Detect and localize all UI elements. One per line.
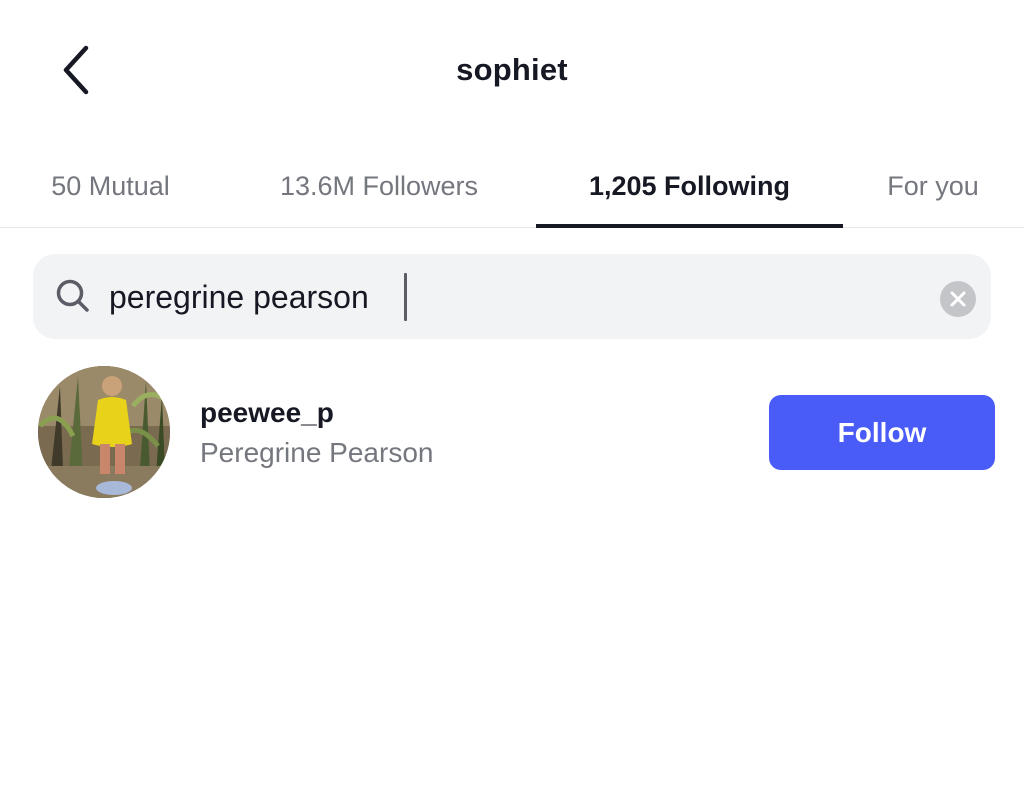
result-full-name: Peregrine Pearson [200,437,434,468]
follow-button[interactable]: Follow [769,395,995,470]
tab-following[interactable]: 1,205 Following [536,145,843,228]
tab-for-you[interactable]: For you [873,145,993,227]
header: sophiet [0,0,1024,145]
user-result-row[interactable]: peewee_p Peregrine Pearson Follow [0,360,1024,505]
search-icon [56,279,89,312]
avatar[interactable] [38,366,170,498]
result-username[interactable]: peewee_p [200,397,334,429]
page-title: sophiet [456,52,568,87]
clear-search-button[interactable] [940,281,976,317]
search-input[interactable] [109,274,909,320]
search-bar[interactable] [33,254,991,339]
tab-mutual[interactable]: 50 Mutual [33,145,188,227]
tab-followers[interactable]: 13.6M Followers [258,145,500,227]
text-cursor [404,273,407,321]
tab-bar: 50 Mutual 13.6M Followers 1,205 Followin… [0,145,1024,228]
clear-icon [950,291,966,307]
user-avatar-photo [38,366,170,498]
